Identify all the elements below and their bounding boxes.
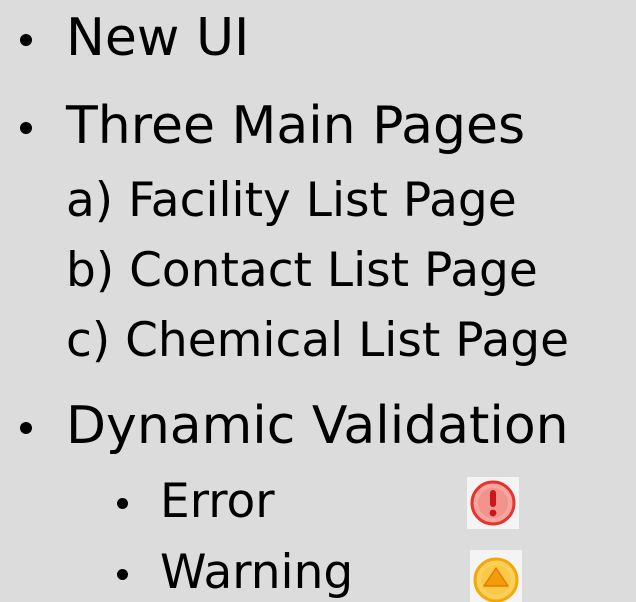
bullet-text: Dynamic Validation [66,396,569,456]
subitem-chemical-list-page: c) Chemical List Page [66,317,569,364]
subitem-text: b) Contact List Page [66,243,538,298]
bullet-dot-icon [20,122,32,134]
subitem-facility-list-page: a) Facility List Page [66,177,517,224]
bullet-three-main-pages: Three Main Pages [20,96,526,156]
subitem-text: a) Facility List Page [66,173,517,228]
bullet-dot-icon [117,498,128,509]
bullet-text: New UI [66,8,250,68]
subitem-warning: Warning [117,545,354,600]
subitem-text: Warning [160,545,354,600]
slide: New UI Three Main Pages a) Facility List… [0,0,636,602]
error-icon [467,477,519,529]
subitem-text: c) Chemical List Page [66,313,570,368]
subitem-text: Error [160,474,275,529]
subitem-contact-list-page: b) Contact List Page [66,247,538,294]
bullet-dot-icon [117,569,128,580]
bullet-dot-icon [20,422,32,434]
bullet-text: Three Main Pages [66,96,526,156]
bullet-new-ui: New UI [20,8,250,68]
warning-icon [470,550,522,602]
bullet-dynamic-validation: Dynamic Validation [20,396,569,456]
subitem-error: Error [117,474,275,529]
bullet-dot-icon [20,34,32,46]
